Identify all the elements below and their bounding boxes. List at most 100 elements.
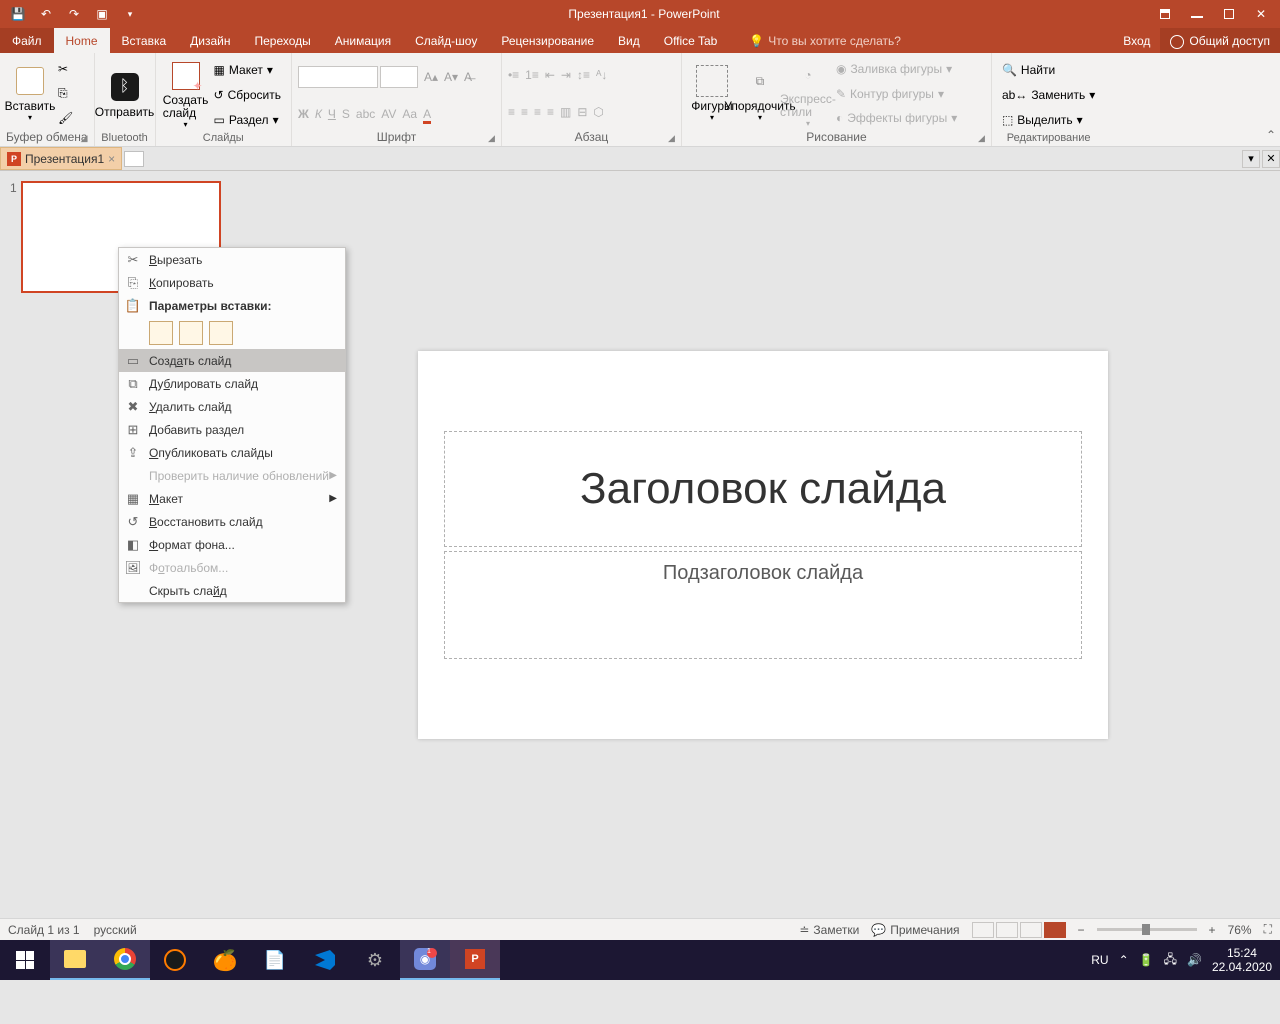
ribbon-display-icon[interactable] <box>1150 3 1180 25</box>
tray-network-icon[interactable]: 🖧 <box>1164 950 1177 971</box>
arrange-button[interactable]: ⧉Упорядочить▾ <box>736 57 784 130</box>
slideshow-view-button[interactable] <box>1044 922 1066 938</box>
tab-file[interactable]: Файл <box>0 28 54 53</box>
layout-button[interactable]: ▦ Макет ▾ <box>210 61 285 79</box>
tab-insert[interactable]: Вставка <box>110 28 179 53</box>
share-button[interactable]: Общий доступ <box>1160 28 1280 53</box>
redo-icon[interactable]: ↷ <box>66 6 82 22</box>
quick-styles-button[interactable]: ◔Экспресс-стили▾ <box>784 57 832 130</box>
tab-design[interactable]: Дизайн <box>178 28 242 53</box>
zoom-slider[interactable] <box>1097 928 1197 931</box>
cm-hide[interactable]: Скрыть слайд <box>119 579 345 602</box>
cm-publish[interactable]: ⇪Опубликовать слайды <box>119 441 345 464</box>
collapse-ribbon-icon[interactable]: ⌃ <box>1262 124 1280 146</box>
tab-animations[interactable]: Анимация <box>323 28 403 53</box>
reset-button[interactable]: ↺ Сбросить <box>210 86 285 104</box>
fit-window-button[interactable]: ⛶ <box>1264 922 1272 937</box>
align-right-icon[interactable]: ≡ <box>534 105 541 119</box>
tab-officetab[interactable]: Office Tab <box>652 28 730 53</box>
copy-button[interactable]: ⎘ <box>54 84 77 103</box>
shape-outline-button[interactable]: ✎ Контур фигуры ▾ <box>832 85 961 103</box>
taskbar-powerpoint[interactable]: P <box>450 940 500 980</box>
columns-icon[interactable]: ▥ <box>560 105 571 119</box>
italic-icon[interactable]: К <box>315 107 322 121</box>
tray-clock[interactable]: 15:24 22.04.2020 <box>1212 946 1272 975</box>
tell-me-search[interactable]: 💡 Что вы хотите сделать? <box>729 28 1113 53</box>
case-icon[interactable]: Aa <box>402 107 417 121</box>
taskbar-app1[interactable] <box>150 940 200 980</box>
reading-view-button[interactable] <box>1020 922 1042 938</box>
slide-editor[interactable]: Заголовок слайда Подзаголовок слайда <box>246 171 1280 918</box>
slide-canvas[interactable]: Заголовок слайда Подзаголовок слайда <box>418 351 1108 739</box>
align-left-icon[interactable]: ≡ <box>508 105 515 119</box>
shape-fill-button[interactable]: ◉ Заливка фигуры ▾ <box>832 60 961 78</box>
paste-option-source[interactable] <box>179 321 203 345</box>
title-placeholder[interactable]: Заголовок слайда <box>444 431 1082 547</box>
taskbar-discord[interactable]: ◉1 <box>400 940 450 980</box>
section-button[interactable]: ▭ Раздел ▾ <box>210 111 285 129</box>
zoom-in-button[interactable]: + <box>1209 923 1216 937</box>
increase-indent-icon[interactable]: ⇥ <box>561 68 571 82</box>
close-doc-button[interactable]: ✕ <box>1262 150 1280 168</box>
language-indicator[interactable]: русский <box>94 923 137 937</box>
bullets-icon[interactable]: •≡ <box>508 68 519 82</box>
shape-effects-button[interactable]: ◐ Эффекты фигуры ▾ <box>832 109 961 127</box>
align-center-icon[interactable]: ≡ <box>521 105 528 119</box>
clear-format-icon[interactable]: A̶ <box>464 70 472 84</box>
launcher-icon[interactable]: ◢ <box>978 133 985 144</box>
font-name-input[interactable] <box>298 66 378 88</box>
taskbar-app3[interactable]: 📄 <box>250 940 300 980</box>
new-tab-button[interactable] <box>124 151 144 167</box>
slide-counter[interactable]: Слайд 1 из 1 <box>8 923 80 937</box>
qat-dropdown-icon[interactable]: ▾ <box>122 6 138 22</box>
login-link[interactable]: Вход <box>1113 28 1160 53</box>
cm-delete[interactable]: ✖Удалить слайд <box>119 395 345 418</box>
taskbar-chrome[interactable] <box>100 940 150 980</box>
save-icon[interactable]: 💾 <box>10 6 26 22</box>
document-tab[interactable]: P Презентация1 × <box>0 147 122 170</box>
tray-volume-icon[interactable]: 🔊 <box>1187 953 1202 967</box>
cm-add-section[interactable]: ⊞Добавить раздел <box>119 418 345 441</box>
paste-option-picture[interactable] <box>209 321 233 345</box>
shapes-button[interactable]: Фигуры▾ <box>688 57 736 130</box>
taskbar-settings[interactable]: ⚙ <box>350 940 400 980</box>
tab-review[interactable]: Рецензирование <box>489 28 606 53</box>
taskbar-vscode[interactable] <box>300 940 350 980</box>
launcher-icon[interactable]: ◢ <box>668 133 675 144</box>
replace-button[interactable]: ab↔ Заменить ▾ <box>998 86 1099 104</box>
close-tab-icon[interactable]: × <box>108 152 115 166</box>
paste-option-theme[interactable] <box>149 321 173 345</box>
strike-icon[interactable]: S <box>342 107 350 121</box>
increase-font-icon[interactable]: A▴ <box>424 70 438 84</box>
zoom-out-button[interactable]: − <box>1078 923 1085 937</box>
close-button[interactable] <box>1246 3 1276 25</box>
subtitle-placeholder[interactable]: Подзаголовок слайда <box>444 551 1082 659</box>
cm-new-slide[interactable]: ▭Создать слайд <box>119 349 345 372</box>
font-size-input[interactable] <box>380 66 418 88</box>
tray-battery-icon[interactable]: 🔋 <box>1139 953 1154 967</box>
cm-copy[interactable]: ⎘Копировать <box>119 271 345 294</box>
bold-icon[interactable]: Ж <box>298 107 309 121</box>
cm-restore[interactable]: ↺Восстановить слайд <box>119 510 345 533</box>
cm-format-bg[interactable]: ◧Формат фона... <box>119 533 345 556</box>
cm-layout[interactable]: ▦Макет▶ <box>119 487 345 510</box>
shadow-icon[interactable]: abc <box>356 107 375 121</box>
justify-icon[interactable]: ≡ <box>547 105 554 119</box>
decrease-font-icon[interactable]: A▾ <box>444 70 458 84</box>
align-text-icon[interactable]: ⊟ <box>577 105 587 119</box>
tab-list-button[interactable]: ▾ <box>1242 150 1260 168</box>
line-spacing-icon[interactable]: ↕≡ <box>577 68 590 82</box>
paste-button[interactable]: Вставить ▾ <box>6 57 54 130</box>
tray-arrow-icon[interactable]: ⌃ <box>1119 953 1129 967</box>
new-slide-button[interactable]: ✦ Создать слайд ▾ <box>162 57 210 132</box>
format-painter-button[interactable]: 🖌 <box>54 109 77 127</box>
normal-view-button[interactable] <box>972 922 994 938</box>
taskbar-app2[interactable]: 🍊 <box>200 940 250 980</box>
spacing-icon[interactable]: AV <box>381 107 396 121</box>
underline-icon[interactable]: Ч <box>328 107 336 121</box>
launcher-icon[interactable]: ◢ <box>81 133 88 144</box>
notes-button[interactable]: ≐ Заметки <box>799 923 859 937</box>
minimize-button[interactable] <box>1182 3 1212 25</box>
tab-home[interactable]: Home <box>54 28 110 53</box>
start-button[interactable] <box>0 940 50 980</box>
